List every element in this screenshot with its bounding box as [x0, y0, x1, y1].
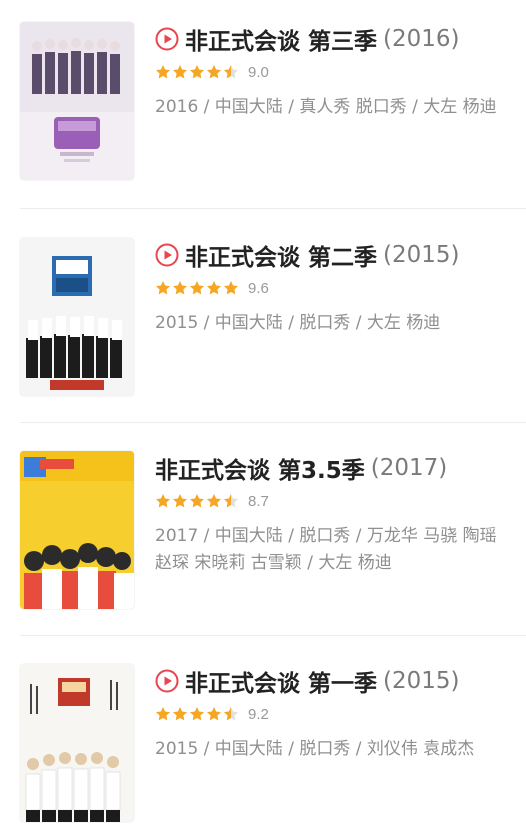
- star-full-icon: [156, 281, 170, 295]
- show-meta: 2017 / 中国大陆 / 脱口秀 / 万龙华 马骁 陶瑶 赵琛 宋晓莉 古雪颖…: [155, 526, 497, 573]
- star-full-icon: [190, 494, 204, 508]
- show-year: (2016): [383, 26, 460, 52]
- rating-score: 9.0: [248, 63, 269, 81]
- divider: [20, 422, 526, 423]
- title-row[interactable]: 非正式会谈 第二季 (2015): [155, 238, 516, 272]
- rating-score: 8.7: [248, 492, 269, 510]
- poster-image[interactable]: [20, 238, 134, 396]
- title-row[interactable]: 非正式会谈 第3.5季 (2017): [155, 451, 516, 485]
- show-title[interactable]: 非正式会谈 第一季: [185, 664, 377, 698]
- show-year: (2015): [383, 668, 460, 694]
- divider: [20, 635, 526, 636]
- star-full-icon: [190, 281, 204, 295]
- divider: [20, 208, 526, 209]
- star-rating: [155, 64, 240, 80]
- rating-score: 9.6: [248, 279, 269, 297]
- show-year: (2015): [383, 242, 460, 268]
- play-circle-icon[interactable]: [155, 27, 179, 51]
- star-full-icon: [173, 281, 187, 295]
- star-full-icon: [224, 281, 238, 295]
- list-item[interactable]: 非正式会谈 第三季 (2016) 9.0 2016 / 中国大陆 / 真人秀 脱…: [0, 22, 526, 234]
- star-full-icon: [173, 707, 187, 721]
- star-half-icon: [224, 494, 238, 508]
- list-item[interactable]: 非正式会谈 第一季 (2015) 9.2 2015 / 中国大陆 / 脱口秀 /…: [0, 664, 526, 835]
- rating-score: 9.2: [248, 705, 269, 723]
- item-info: 非正式会谈 第三季 (2016) 9.0 2016 / 中国大陆 / 真人秀 脱…: [155, 22, 516, 121]
- play-circle-icon[interactable]: [155, 243, 179, 267]
- star-full-icon: [156, 707, 170, 721]
- tv-show-result-list: 非正式会谈 第三季 (2016) 9.0 2016 / 中国大陆 / 真人秀 脱…: [0, 0, 526, 835]
- title-row[interactable]: 非正式会谈 第三季 (2016): [155, 22, 516, 56]
- item-info: 非正式会谈 第二季 (2015) 9.6 2015 / 中国大陆 / 脱口秀 /…: [155, 238, 516, 337]
- star-half-icon: [224, 65, 238, 79]
- star-full-icon: [190, 707, 204, 721]
- star-full-icon: [207, 65, 221, 79]
- list-item[interactable]: 非正式会谈 第3.5季 (2017) 8.7 2017 / 中国大陆 / 脱口秀…: [0, 451, 526, 663]
- show-meta: 2015 / 中国大陆 / 脱口秀 / 刘仪伟 袁成杰: [155, 739, 475, 759]
- rating-row: 8.7: [155, 489, 516, 513]
- rating-row: 9.0: [155, 60, 516, 84]
- star-full-icon: [207, 494, 221, 508]
- show-title[interactable]: 非正式会谈 第二季: [185, 238, 377, 272]
- star-rating: [155, 493, 240, 509]
- list-item[interactable]: 非正式会谈 第二季 (2015) 9.6 2015 / 中国大陆 / 脱口秀 /…: [0, 238, 526, 450]
- title-row[interactable]: 非正式会谈 第一季 (2015): [155, 664, 516, 698]
- item-info: 非正式会谈 第一季 (2015) 9.2 2015 / 中国大陆 / 脱口秀 /…: [155, 664, 516, 763]
- star-full-icon: [207, 707, 221, 721]
- star-full-icon: [190, 65, 204, 79]
- star-half-icon: [224, 707, 238, 721]
- poster-image[interactable]: [20, 451, 134, 609]
- play-circle-icon[interactable]: [155, 669, 179, 693]
- star-full-icon: [156, 494, 170, 508]
- show-meta: 2015 / 中国大陆 / 脱口秀 / 大左 杨迪: [155, 313, 441, 333]
- show-title[interactable]: 非正式会谈 第3.5季: [155, 451, 365, 485]
- show-year: (2017): [370, 455, 448, 481]
- item-info: 非正式会谈 第3.5季 (2017) 8.7 2017 / 中国大陆 / 脱口秀…: [155, 451, 516, 577]
- star-rating: [155, 706, 240, 722]
- star-rating: [155, 280, 240, 296]
- poster-image[interactable]: [20, 664, 134, 822]
- show-meta: 2016 / 中国大陆 / 真人秀 脱口秀 / 大左 杨迪: [155, 97, 497, 117]
- rating-row: 9.2: [155, 702, 516, 726]
- star-full-icon: [156, 65, 170, 79]
- star-full-icon: [207, 281, 221, 295]
- rating-row: 9.6: [155, 276, 516, 300]
- show-title[interactable]: 非正式会谈 第三季: [185, 22, 377, 56]
- poster-image[interactable]: [20, 22, 134, 180]
- star-full-icon: [173, 65, 187, 79]
- star-full-icon: [173, 494, 187, 508]
